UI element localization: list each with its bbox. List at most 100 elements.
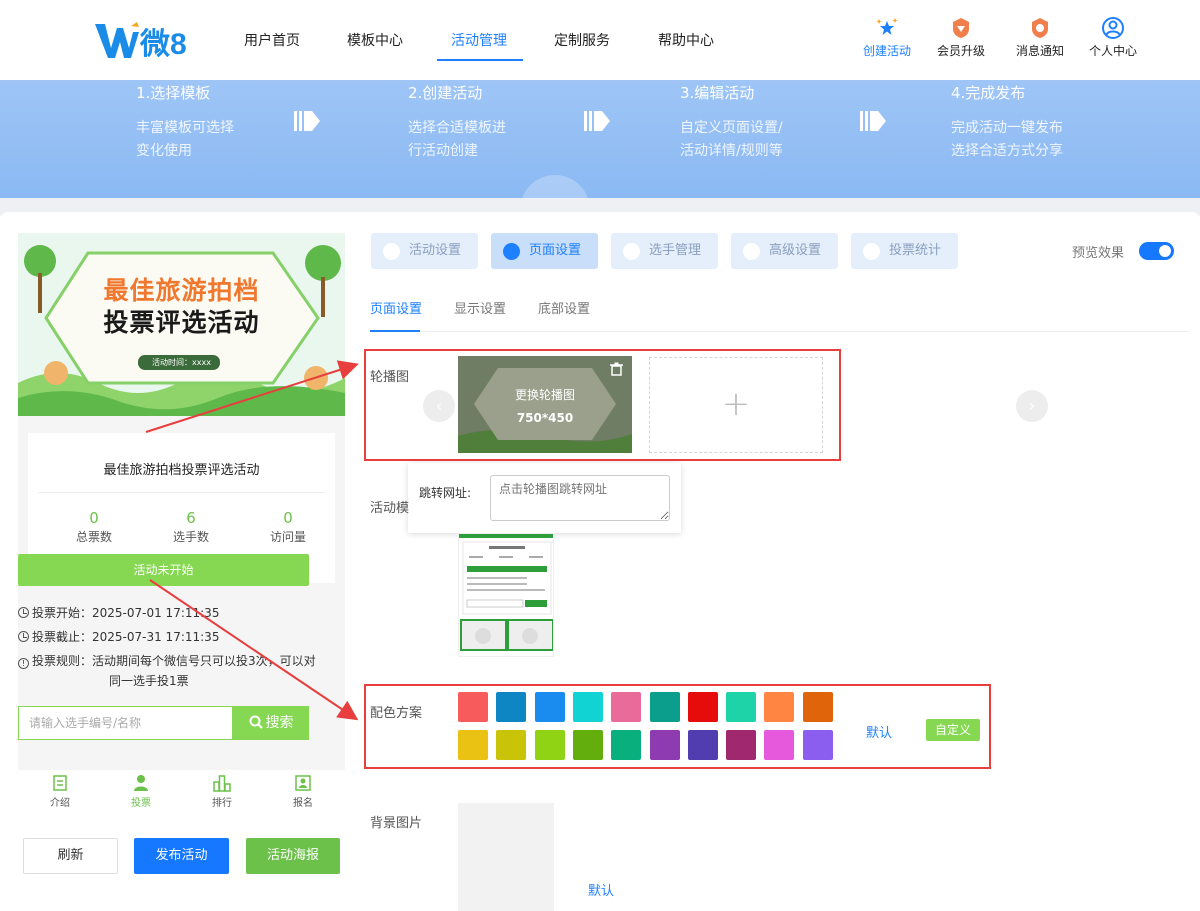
color-swatch[interactable] — [726, 692, 757, 722]
color-swatch[interactable] — [496, 692, 527, 722]
color-swatch[interactable] — [458, 730, 488, 760]
activity-status-button[interactable]: 活动未开始 — [18, 554, 309, 586]
clock-icon — [18, 631, 29, 642]
carousel-size-text: 750*450 — [516, 411, 574, 425]
subtab-page-settings[interactable]: 页面设置 — [370, 298, 422, 317]
steps-banner: 1.选择模板 丰富模板可选择 变化使用 2.创建活动 选择合适模板进 行活动创建 3… — [0, 80, 1200, 198]
subtab-footer-settings[interactable]: 底部设置 — [538, 298, 590, 317]
tab-page-settings-label: 页面设置 — [529, 243, 582, 258]
banner-glow — [520, 175, 590, 198]
color-swatch[interactable] — [649, 730, 680, 760]
stat-visits: 0 访问量 — [248, 509, 328, 545]
step-4-line2: 选择合适方式分享 — [951, 143, 1063, 159]
color-swatch[interactable] — [687, 730, 718, 760]
member-upgrade-button[interactable]: 会员升级 — [931, 16, 991, 59]
subtab-display-settings[interactable]: 显示设置 — [454, 298, 506, 317]
create-activity-button[interactable]: 创建活动 — [857, 16, 917, 59]
refresh-button[interactable]: 刷新 — [23, 838, 118, 874]
preview-toggle[interactable] — [1139, 242, 1174, 260]
personal-center-button[interactable]: 个人中心 — [1083, 16, 1143, 59]
carousel-prev-button[interactable]: ‹ — [423, 390, 455, 422]
tab-ranking-label: 排行 — [212, 798, 232, 809]
color-swatch[interactable] — [572, 692, 603, 722]
tab-vote-statistics[interactable]: 投票统计 — [851, 233, 958, 269]
publish-activity-button[interactable]: 发布活动 — [134, 838, 229, 874]
nav-help-center[interactable]: 帮助中心 — [658, 30, 714, 50]
color-swatch[interactable] — [764, 692, 795, 722]
link-url-input[interactable] — [490, 475, 670, 521]
color-swatch[interactable] — [611, 692, 642, 722]
notifications-button[interactable]: 消息通知 — [1010, 16, 1070, 59]
svg-text:微8: 微8 — [139, 28, 187, 61]
activity-poster-button[interactable]: 活动海报 — [246, 838, 340, 874]
color-swatch[interactable] — [764, 730, 795, 760]
carousel-thumbnail — [458, 356, 632, 453]
step-2-desc: 选择合适模板进 行活动创建 — [408, 117, 558, 163]
info-icon: ! — [18, 658, 29, 669]
background-image-placeholder[interactable] — [458, 803, 554, 911]
color-swatch[interactable] — [687, 692, 718, 722]
activity-settings-icon — [383, 243, 400, 260]
color-default-button[interactable]: 默认 — [866, 722, 892, 741]
tab-vote[interactable]: 投票 — [121, 774, 161, 809]
step-3-line2: 活动详情/规则等 — [680, 143, 783, 159]
nav-custom-service[interactable]: 定制服务 — [554, 30, 610, 50]
nav-activity-management[interactable]: 活动管理 — [451, 30, 507, 50]
notice-badge-icon — [1032, 18, 1048, 38]
document-icon — [53, 775, 67, 791]
color-swatch[interactable] — [726, 730, 757, 760]
color-swatch[interactable] — [496, 730, 527, 760]
tab-contestant-management[interactable]: 选手管理 — [611, 233, 718, 269]
preview-effect-label: 预览效果 — [1072, 246, 1125, 261]
tab-advanced-settings[interactable]: 高级设置 — [731, 233, 838, 269]
step-arrow-icon — [584, 111, 610, 131]
star-sparkle-icon — [876, 18, 898, 35]
personal-center-label: 个人中心 — [1088, 44, 1137, 58]
carousel-image[interactable]: 更换轮播图 750*450 — [458, 356, 632, 453]
color-swatch[interactable] — [572, 730, 603, 760]
link-url-label: 跳转网址: — [419, 486, 472, 500]
tab-ranking[interactable]: 排行 — [202, 774, 242, 809]
step-arrow-icon — [860, 111, 886, 131]
tab-page-settings[interactable]: 页面设置 — [491, 233, 598, 269]
template-label: 活动模 — [370, 501, 410, 516]
nav-template-center[interactable]: 模板中心 — [347, 30, 403, 50]
carousel-upload-button[interactable]: + — [649, 357, 823, 453]
color-swatch[interactable] — [534, 730, 565, 760]
hero-title-2: 投票评选活动 — [103, 308, 260, 337]
step-3-desc: 自定义页面设置/活动详情/规则等 — [680, 117, 830, 163]
stat-label: 访问量 — [269, 530, 306, 544]
color-swatch[interactable] — [649, 692, 680, 722]
tab-intro[interactable]: 介绍 — [40, 774, 80, 809]
color-swatch[interactable] — [802, 730, 833, 760]
carousel-replace-text: 更换轮播图 — [514, 388, 575, 402]
step-2-line2: 行活动创建 — [408, 143, 478, 159]
site-logo[interactable]: 微8 — [93, 18, 193, 64]
nav-user-home[interactable]: 用户首页 — [244, 30, 300, 50]
template-thumbnail[interactable] — [458, 533, 554, 657]
step-3-title: 3.编辑活动 — [680, 84, 755, 102]
tab-signup[interactable]: 报名 — [283, 774, 323, 809]
tab-activity-settings[interactable]: 活动设置 — [371, 233, 478, 269]
step-1-line2: 变化使用 — [136, 143, 192, 159]
template-preview-image — [459, 534, 553, 656]
notifications-label: 消息通知 — [1015, 44, 1064, 58]
color-swatch[interactable] — [802, 692, 833, 722]
vote-start-text: 投票开始：2025-07-01 17:11:35 — [32, 606, 220, 620]
background-default-button[interactable]: 默认 — [588, 880, 614, 899]
tab-vote-statistics-label: 投票统计 — [889, 243, 942, 258]
tab-advanced-settings-label: 高级设置 — [769, 243, 822, 258]
color-custom-button[interactable]: 自定义 — [926, 719, 980, 741]
color-swatch[interactable] — [458, 692, 488, 722]
advanced-settings-icon — [743, 243, 760, 260]
stat-label: 总票数 — [75, 530, 112, 544]
color-swatch[interactable] — [611, 730, 642, 760]
stat-value: 0 — [283, 509, 293, 527]
signup-icon — [295, 775, 311, 791]
vote-start-time: 投票开始：2025-07-01 17:11:35 — [18, 604, 219, 621]
search-button[interactable]: 搜索 — [233, 706, 309, 740]
carousel-next-button[interactable]: › — [1016, 390, 1048, 422]
contestant-search-input[interactable]: 请输入选手编号/名称 — [18, 706, 233, 740]
trash-icon[interactable] — [610, 362, 623, 376]
color-swatch[interactable] — [534, 692, 565, 722]
